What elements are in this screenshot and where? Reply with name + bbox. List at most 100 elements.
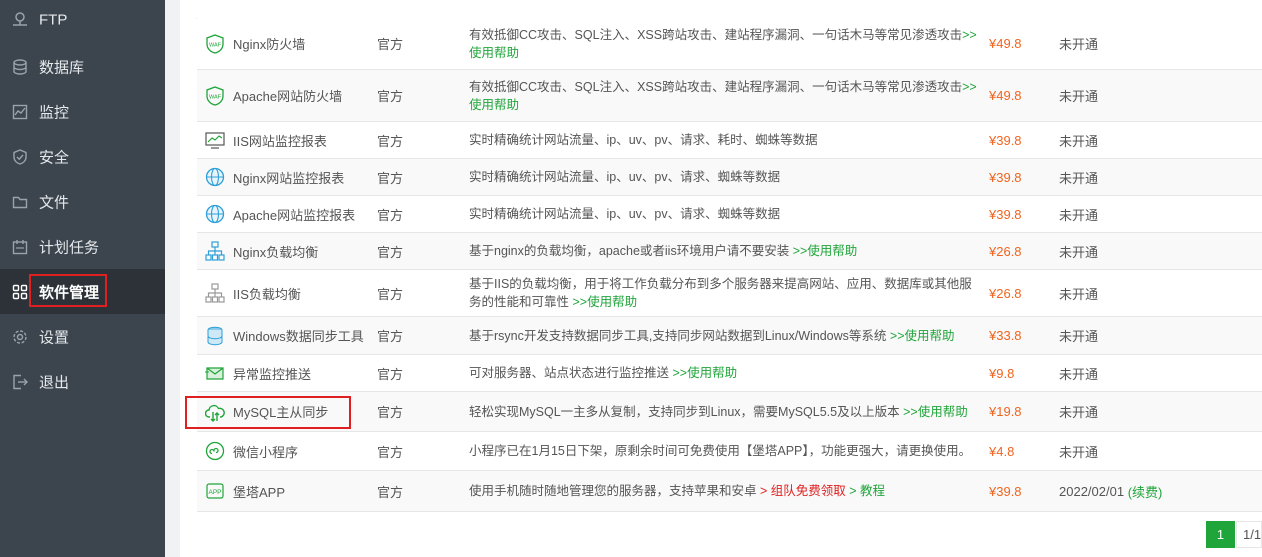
sidebar-item-label: FTP [39, 11, 68, 29]
plugin-description: 实时精确统计网站流量、ip、uv、pv、请求、耗时、蜘蛛等数据 [469, 122, 979, 158]
plugin-description: 基于nginx的负载均衡，apache或者iis环境用户请不要安装 >>使用帮助 [469, 233, 979, 269]
plugin-name[interactable]: 异常监控推送 [233, 364, 311, 383]
renew-link[interactable]: (续费) [1128, 482, 1163, 501]
monitor-icon [12, 104, 28, 119]
svg-text:APP: APP [208, 489, 221, 496]
developer: 官方 [377, 366, 404, 382]
table-row: 异常监控推送 官方 可对服务器、站点状态进行监控推送 >>使用帮助 ¥9.8 未… [197, 355, 1262, 392]
expire-status: 未开通 [1059, 329, 1099, 344]
logout-icon [13, 374, 28, 389]
plugin-name-cell: IIS网站监控报表 [205, 122, 375, 158]
plugin-name[interactable]: Nginx网站监控报表 [233, 168, 344, 187]
plugin-description: 基于rsync开发支持数据同步工具,支持同步网站数据到Linux/Windows… [469, 317, 979, 354]
plugin-description: 有效抵御CC攻击、SQL注入、XSS跨站攻击、建站程序漏洞、一句话木马等常见渗透… [469, 18, 979, 69]
price: ¥39.8 [989, 132, 1022, 148]
help-link[interactable]: >>使用帮助 [793, 244, 858, 258]
expire-date: 2022/02/01 [1059, 483, 1125, 499]
globe-icon [205, 204, 225, 224]
expire-status: 未开通 [1059, 405, 1099, 420]
network-icon [205, 241, 225, 261]
db-sync-icon [207, 326, 223, 345]
network-icon [205, 283, 225, 303]
expire-status: 未开通 [1059, 444, 1099, 460]
plugin-name-cell: WAF Apache网站防火墙 [205, 70, 375, 121]
price: ¥49.8 [989, 36, 1022, 51]
table-row: IIS负载均衡 官方 基于IIS的负载均衡，用于将工作负载分布到多个服务器来提高… [197, 270, 1262, 317]
plugin-name[interactable]: IIS网站监控报表 [233, 131, 327, 150]
chart-monitor-icon [205, 132, 225, 149]
calendar-icon [12, 239, 28, 254]
plugin-name-cell: APP 堡塔APP [205, 471, 375, 511]
plugin-name[interactable]: Apache网站监控报表 [233, 205, 355, 224]
plugin-description: 使用手机随时随地管理您的服务器，支持苹果和安卓 > 组队免费领取 > 教程 [469, 471, 979, 511]
developer: 官方 [377, 484, 404, 500]
sidebar-item-security[interactable]: 安全 [0, 134, 165, 179]
table-row: WAF Nginx防火墙 官方 有效抵御CC攻击、SQL注入、XSS跨站攻击、建… [197, 18, 1262, 70]
app-icon: APP [206, 483, 224, 499]
table-row: IIS网站监控报表 官方 实时精确统计网站流量、ip、uv、pv、请求、耗时、蜘… [197, 122, 1262, 159]
table-row: MySQL主从同步 官方 轻松实现MySQL一主多从复制，支持同步到Linux，… [197, 392, 1262, 432]
sidebar-item-monitor[interactable]: 监控 [0, 89, 165, 134]
developer: 官方 [377, 207, 404, 223]
plugin-name-cell: Windows数据同步工具 [205, 317, 375, 354]
help-link[interactable]: >>使用帮助 [903, 405, 968, 419]
svg-text:WAF: WAF [209, 42, 222, 48]
waf-icon: WAF [206, 33, 224, 54]
sidebar-item-files[interactable]: 文件 [0, 179, 165, 224]
sidebar-item-label: 数据库 [39, 59, 85, 76]
developer: 官方 [377, 89, 404, 104]
highlight-box-software [29, 274, 107, 307]
table-row: Windows数据同步工具 官方 基于rsync开发支持数据同步工具,支持同步网… [197, 317, 1262, 355]
plugin-name-cell: Apache网站监控报表 [205, 196, 375, 232]
plugin-name[interactable]: Apache网站防火墙 [233, 86, 342, 105]
description-text: 有效抵御CC攻击、SQL注入、XSS跨站攻击、建站程序漏洞、一句话木马等常见渗透… [469, 27, 963, 42]
plugin-name[interactable]: Windows数据同步工具 [233, 326, 364, 345]
help-link[interactable]: >>使用帮助 [573, 295, 638, 309]
price: ¥39.8 [989, 206, 1022, 222]
price: ¥19.8 [989, 404, 1022, 419]
sidebar-item-label: 文件 [39, 194, 70, 211]
sidebar-item-label: 安全 [39, 149, 70, 166]
tutorial-link[interactable]: > 教程 [849, 484, 885, 498]
miniapp-icon [205, 441, 225, 461]
price: ¥26.8 [989, 243, 1022, 259]
promo-link[interactable]: > 组队免费领取 [760, 484, 846, 498]
highlight-box-mysql-sync [185, 396, 351, 429]
sidebar-item-database[interactable]: 数据库 [0, 44, 165, 89]
waf-icon: WAF [206, 85, 224, 106]
developer: 官方 [377, 37, 404, 52]
developer: 官方 [377, 405, 404, 420]
table-row-cut-off [196, 0, 1262, 19]
plugin-name[interactable]: 堡塔APP [233, 482, 285, 501]
sidebar-item-logout[interactable]: 退出 [0, 359, 165, 404]
description-text: 基于rsync开发支持数据同步工具,支持同步网站数据到Linux/Windows… [469, 328, 887, 343]
shield-icon [13, 148, 27, 165]
sidebar: FTP 数据库 监控 安全 文件 计划任务 软件管理 设置 退出 [0, 0, 165, 557]
price: ¥39.8 [989, 169, 1022, 185]
expire-status: 未开通 [1059, 244, 1099, 260]
pagination-current-page[interactable]: 1 [1206, 521, 1235, 548]
sidebar-item-settings[interactable]: 设置 [0, 314, 165, 359]
sidebar-item-ftp[interactable]: FTP [0, 0, 165, 40]
plugin-name[interactable]: Nginx防火墙 [233, 34, 305, 53]
plugin-name[interactable]: Nginx负载均衡 [233, 242, 318, 261]
sidebar-item-cron[interactable]: 计划任务 [0, 224, 165, 269]
table-row: WAF Apache网站防火墙 官方 有效抵御CC攻击、SQL注入、XSS跨站攻… [197, 70, 1262, 122]
plugin-description: 实时精确统计网站流量、ip、uv、pv、请求、蜘蛛等数据 [469, 196, 979, 232]
price: ¥33.8 [989, 328, 1022, 343]
pagination-total: 1/1 [1236, 521, 1262, 548]
table-row: Nginx网站监控报表 官方 实时精确统计网站流量、ip、uv、pv、请求、蜘蛛… [197, 159, 1262, 196]
globe-icon [205, 167, 225, 187]
help-link[interactable]: >>使用帮助 [890, 329, 955, 343]
table-row: APP 堡塔APP 官方 使用手机随时随地管理您的服务器，支持苹果和安卓 > 组… [197, 471, 1262, 512]
plugin-name[interactable]: 微信小程序 [233, 442, 298, 461]
sidebar-item-label: 退出 [39, 374, 70, 391]
expire-status: 未开通 [1059, 37, 1099, 52]
help-link[interactable]: >>使用帮助 [673, 366, 738, 380]
grid-icon [12, 284, 28, 299]
folder-icon [12, 196, 28, 208]
price: ¥26.8 [989, 285, 1022, 301]
plugin-name[interactable]: IIS负载均衡 [233, 284, 301, 303]
description-text: 基于nginx的负载均衡，apache或者iis环境用户请不要安装 [469, 244, 790, 258]
developer: 官方 [377, 170, 404, 186]
